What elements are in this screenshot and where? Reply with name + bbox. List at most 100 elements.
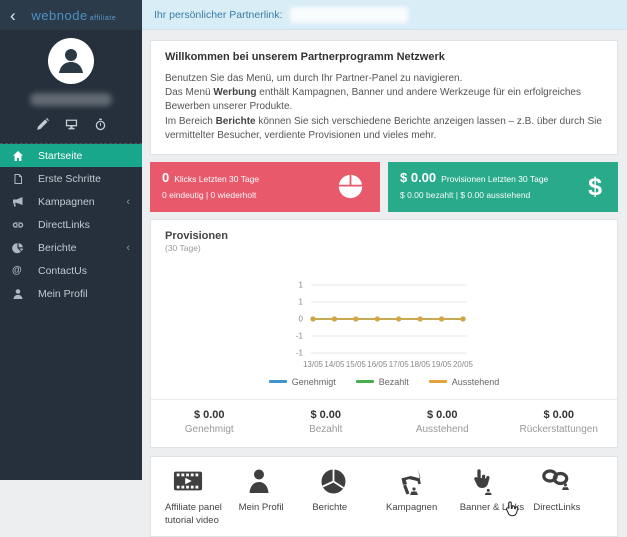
provisions-chart-card: Provisionen (30 Tage) 1 1 0 -1 -1 13/05 14/05 1… bbox=[150, 218, 618, 448]
shortcuts-card: Affiliate panel tutorial video Mein Prof… bbox=[150, 455, 618, 537]
svg-text:13/05: 13/05 bbox=[303, 360, 324, 369]
chart-subtitle: (30 Tage) bbox=[165, 242, 201, 253]
summary-label: Genehmigt bbox=[184, 423, 234, 435]
film-icon bbox=[165, 468, 239, 498]
svg-text:16/05: 16/05 bbox=[367, 360, 388, 369]
partner-link-bar: Ihr persönlicher Partnerlink: bbox=[142, 0, 627, 30]
legend-item[interactable]: Bezahlt bbox=[355, 376, 409, 387]
chevron-left-icon: ‹ bbox=[126, 195, 130, 208]
partner-link-label: Ihr persönlicher Partnerlink: bbox=[154, 8, 283, 21]
shortcut-label: Affiliate panel tutorial video bbox=[165, 501, 222, 526]
legend-label: Genehmigt bbox=[291, 376, 336, 387]
summary-label: Bezahlt bbox=[309, 423, 343, 435]
commissions-sub: $ 0.00 bezahlt | $ 0.00 ausstehend bbox=[400, 189, 531, 200]
mouse-icon bbox=[337, 173, 364, 205]
sidebar-item-mein-profil[interactable]: Mein Profil bbox=[0, 282, 142, 305]
topbar-brand: ‹ webnode affiliate bbox=[0, 0, 142, 30]
chart-header: Provisionen (30 Tage) bbox=[151, 230, 617, 253]
clicks-card[interactable]: 0 Klicks Letzten 30 Tage 0 eindeutig | 0… bbox=[150, 161, 380, 212]
summary-value: $ 0.00 bbox=[426, 408, 458, 421]
summary-genehmigt: $ 0.00 Genehmigt bbox=[151, 400, 268, 447]
partner-link-value-redacted[interactable] bbox=[290, 6, 409, 23]
welcome-title: Willkommen bei unserem Partnerprogramm N… bbox=[165, 51, 445, 63]
svg-text:19/05: 19/05 bbox=[432, 360, 453, 369]
sidebar-item-kampagnen[interactable]: Kampagnen ‹ bbox=[0, 190, 142, 213]
welcome-line-1: Benutzen Sie das Menü, um durch Ihr Part… bbox=[165, 73, 463, 84]
shortcut-label: Banner & Links bbox=[459, 501, 525, 513]
shortcut-berichte[interactable]: Berichte bbox=[312, 468, 386, 528]
avatar[interactable] bbox=[48, 38, 94, 84]
sidebar-item-label: Startseite bbox=[38, 149, 83, 162]
svg-text:1: 1 bbox=[299, 297, 304, 306]
logo-suffix: affiliate bbox=[89, 14, 117, 22]
shortcut-label: DirectLinks bbox=[533, 501, 581, 513]
summary-bezahlt: $ 0.00 Bezahlt bbox=[268, 400, 385, 447]
sidebar-item-startseite[interactable]: Startseite bbox=[0, 144, 142, 167]
sidebar-item-label: ContactUs bbox=[38, 264, 88, 277]
megaphone-icon bbox=[12, 196, 24, 208]
username-redacted bbox=[30, 93, 112, 106]
svg-text:20/05: 20/05 bbox=[453, 360, 474, 369]
summary-label: Ausstehend bbox=[415, 423, 469, 435]
pie-chart-icon bbox=[312, 468, 386, 498]
summary-label: Rückerstattungen bbox=[519, 423, 598, 435]
legend-label: Ausstehend bbox=[451, 376, 500, 387]
shortcut-banner-links[interactable]: Banner & Links bbox=[460, 468, 534, 528]
summary-rueckerstattungen: $ 0.00 Rückerstattungen bbox=[501, 400, 618, 447]
sidebar-item-directlinks[interactable]: DirectLinks bbox=[0, 213, 142, 236]
provisions-chart: 1 1 0 -1 -1 13/05 14/05 15/05 16/05 17/05 18/05 19/… bbox=[296, 280, 474, 369]
monitor-icon[interactable] bbox=[65, 118, 78, 131]
svg-text:-1: -1 bbox=[296, 348, 304, 357]
at-icon: @ bbox=[12, 264, 22, 276]
shortcut-label: Berichte bbox=[312, 501, 348, 513]
legend-swatch bbox=[428, 380, 447, 384]
shortcut-mein-profil[interactable]: Mein Profil bbox=[239, 468, 313, 528]
sidebar-menu: Startseite Erste Schritte Kampagnen ‹ Di… bbox=[0, 144, 142, 305]
home-icon bbox=[12, 150, 24, 162]
sidebar-item-erste-schritte[interactable]: Erste Schritte bbox=[0, 167, 142, 190]
stopwatch-icon[interactable] bbox=[94, 118, 107, 131]
dollar-icon: $ bbox=[588, 172, 602, 201]
svg-text:1: 1 bbox=[299, 280, 304, 289]
pie-chart-icon bbox=[12, 242, 24, 254]
person-icon bbox=[239, 468, 313, 498]
legend-item[interactable]: Genehmigt bbox=[268, 376, 336, 387]
summary-value: $ 0.00 bbox=[193, 408, 225, 421]
sidebar-item-label: Mein Profil bbox=[38, 287, 88, 300]
logo-text: webnode bbox=[31, 7, 88, 23]
shortcut-kampagnen[interactable]: Kampagnen bbox=[386, 468, 460, 528]
svg-text:0: 0 bbox=[299, 314, 304, 323]
chart-title: Provisionen bbox=[165, 229, 228, 242]
logo[interactable]: webnode affiliate bbox=[16, 8, 132, 23]
summary-value: $ 0.00 bbox=[543, 408, 575, 421]
sidebar-item-contactus[interactable]: @ ContactUs bbox=[0, 259, 142, 282]
chart-legend: Genehmigt Bezahlt Ausstehend bbox=[151, 377, 617, 387]
welcome-card: Willkommen bei unserem Partnerprogramm N… bbox=[150, 40, 618, 155]
edit-pencil-icon[interactable] bbox=[36, 118, 49, 131]
person-icon bbox=[12, 288, 24, 300]
svg-text:-1: -1 bbox=[296, 331, 304, 340]
shortcut-label: Kampagnen bbox=[386, 501, 438, 513]
stat-cards-row: 0 Klicks Letzten 30 Tage 0 eindeutig | 0… bbox=[150, 161, 618, 212]
commissions-value: $ 0.00 bbox=[400, 169, 437, 185]
summary-row: $ 0.00 Genehmigt $ 0.00 Bezahlt $ 0.00 A… bbox=[151, 398, 618, 447]
sidebar-item-label: Kampagnen bbox=[38, 195, 95, 208]
sidebar-item-berichte[interactable]: Berichte ‹ bbox=[0, 236, 142, 259]
svg-text:18/05: 18/05 bbox=[410, 360, 431, 369]
legend-swatch bbox=[355, 380, 374, 384]
affiliate-dashboard: ‹ webnode affiliate Ihr persönlicher Part… bbox=[0, 0, 627, 537]
summary-value: $ 0.00 bbox=[310, 408, 342, 421]
svg-text:17/05: 17/05 bbox=[389, 360, 410, 369]
svg-text:14/05: 14/05 bbox=[324, 360, 345, 369]
legend-swatch bbox=[268, 380, 287, 384]
legend-label: Bezahlt bbox=[378, 376, 409, 387]
legend-item[interactable]: Ausstehend bbox=[428, 376, 500, 387]
shortcut-tutorial-video[interactable]: Affiliate panel tutorial video bbox=[165, 468, 239, 528]
chain-links-icon bbox=[533, 468, 607, 498]
shortcut-directlinks[interactable]: DirectLinks bbox=[533, 468, 607, 528]
avatar-person-icon bbox=[50, 40, 92, 82]
shortcut-label: Mein Profil bbox=[238, 501, 284, 513]
commissions-card[interactable]: $ 0.00 Provisionen Letzten 30 Tage $ 0.0… bbox=[388, 161, 618, 212]
hand-pointer-icon bbox=[460, 468, 534, 498]
megaphone-icon bbox=[386, 468, 460, 498]
